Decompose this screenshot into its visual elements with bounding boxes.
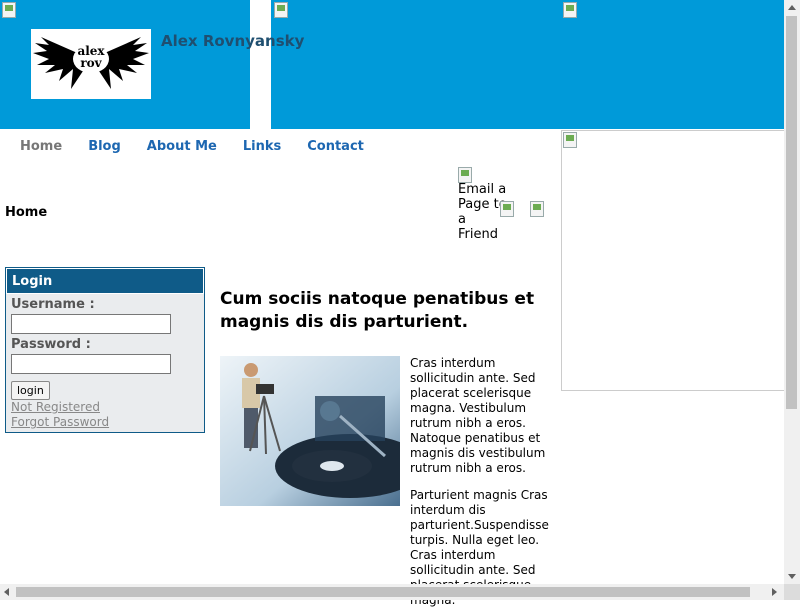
horizontal-scroll-thumb[interactable] <box>16 587 750 597</box>
broken-image-icon <box>563 132 577 148</box>
right-sidebar-panel <box>561 130 786 391</box>
header-divider <box>250 0 271 129</box>
scroll-up-icon[interactable] <box>788 5 796 10</box>
add-bookmark-icon[interactable] <box>530 201 544 217</box>
nav-item-contact[interactable]: Contact <box>307 139 364 154</box>
login-button[interactable]: login <box>11 381 50 400</box>
scrollbar-corner <box>784 584 800 600</box>
password-label: Password : <box>11 337 91 352</box>
not-registered-link[interactable]: Not Registered <box>11 400 204 415</box>
print-icon[interactable] <box>500 201 514 217</box>
breadcrumb: Home <box>5 205 48 220</box>
nav-item-about-me[interactable]: About Me <box>147 139 217 154</box>
article-paragraph: Cras interdum sollicitudin ante. Sed pla… <box>410 356 546 475</box>
header-banner-right <box>561 0 785 129</box>
main-nav: Home Blog About Me Links Contact <box>20 139 364 154</box>
login-panel: Login Username : Password : login Not Re… <box>5 267 205 433</box>
username-input[interactable] <box>11 314 171 334</box>
svg-text:rov: rov <box>80 56 102 70</box>
scroll-down-icon[interactable] <box>788 574 796 579</box>
email-friend-icon[interactable] <box>458 167 472 183</box>
forgot-password-link[interactable]: Forgot Password <box>11 415 204 430</box>
scroll-right-icon[interactable] <box>772 588 777 596</box>
nav-item-home[interactable]: Home <box>20 139 62 154</box>
broken-image-icon <box>563 2 577 18</box>
broken-image-icon <box>2 2 16 18</box>
header-banner-center <box>271 0 561 129</box>
scroll-left-icon[interactable] <box>4 588 9 596</box>
vertical-scroll-thumb[interactable] <box>786 16 797 409</box>
nav-item-links[interactable]: Links <box>243 139 281 154</box>
username-label: Username : <box>11 297 95 312</box>
article-title: Cum sociis natoque penatibus et magnis d… <box>220 289 535 332</box>
login-title: Login <box>6 268 204 294</box>
site-logo[interactable]: alex rov <box>31 29 151 99</box>
nav-item-blog[interactable]: Blog <box>88 139 121 154</box>
article-photo <box>220 356 400 506</box>
password-input[interactable] <box>11 354 171 374</box>
site-title: Alex Rovnyansky <box>161 32 305 50</box>
broken-image-icon <box>274 2 288 18</box>
